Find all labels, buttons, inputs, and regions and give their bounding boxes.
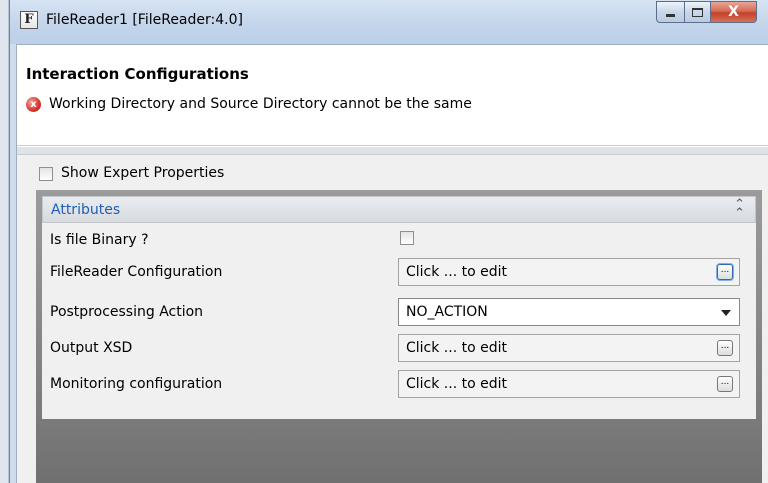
close-icon: X	[728, 4, 739, 20]
output-xsd-edit-button[interactable]: ...	[717, 340, 733, 356]
minimize-button[interactable]	[656, 1, 684, 23]
is-file-binary-checkbox[interactable]	[400, 231, 414, 245]
window-title: FileReader1 [FileReader:4.0]	[46, 12, 243, 28]
monitoring-configuration-edit-button[interactable]: ...	[717, 376, 733, 392]
dialog-content: Interaction Configurations x Working Dir…	[16, 44, 768, 483]
output-xsd-label: Output XSD	[50, 340, 133, 356]
collapse-icon[interactable]: ⌃ ⌃	[734, 198, 745, 220]
filereader-configuration-label: FileReader Configuration	[50, 264, 223, 280]
postprocessing-action-label: Postprocessing Action	[50, 304, 204, 320]
is-file-binary-label: Is file Binary ?	[50, 232, 149, 248]
attributes-section-title: Attributes	[51, 202, 121, 218]
dropdown-caret-icon[interactable]	[721, 310, 731, 316]
postprocessing-action-value: NO_ACTION	[406, 304, 488, 320]
maximize-button[interactable]	[684, 1, 711, 23]
minimize-icon	[666, 13, 675, 17]
dialog-header: Interaction Configurations x Working Dir…	[17, 45, 768, 146]
filereader-configuration-edit-button[interactable]: ...	[717, 264, 733, 280]
postprocessing-action-select[interactable]: NO_ACTION	[398, 298, 740, 326]
filereader-app-icon: F	[20, 11, 38, 29]
error-message: Working Directory and Source Directory c…	[49, 96, 472, 112]
separator-strip	[17, 147, 768, 155]
attributes-panel: Attributes ⌃ ⌃ Is file Binary ? FileReade…	[36, 190, 762, 483]
filereader-configuration-field[interactable]: Click ... to edit ...	[398, 258, 740, 286]
show-expert-properties-checkbox[interactable]	[39, 167, 53, 181]
attributes-body: Is file Binary ? FileReader Configuratio…	[42, 223, 756, 419]
output-xsd-value: Click ... to edit	[406, 340, 507, 356]
maximize-icon	[692, 7, 703, 17]
monitoring-configuration-value: Click ... to edit	[406, 376, 507, 392]
output-xsd-field[interactable]: Click ... to edit ...	[398, 334, 740, 362]
monitoring-configuration-field[interactable]: Click ... to edit ...	[398, 370, 740, 398]
background-window-edge	[0, 0, 9, 483]
show-expert-properties-label[interactable]: Show Expert Properties	[61, 165, 224, 181]
title-bar[interactable]: F FileReader1 [FileReader:4.0] X	[10, 0, 768, 44]
page-title: Interaction Configurations	[26, 65, 249, 83]
attributes-section-header[interactable]: Attributes ⌃ ⌃	[42, 196, 756, 223]
monitoring-configuration-label: Monitoring configuration	[50, 376, 223, 392]
window-controls: X	[656, 1, 757, 23]
properties-area: Show Expert Properties Attributes ⌃ ⌃ Is …	[17, 147, 768, 483]
dialog-window: F FileReader1 [FileReader:4.0] X Interac…	[9, 0, 768, 483]
filereader-configuration-value: Click ... to edit	[406, 264, 507, 280]
error-icon: x	[26, 97, 41, 112]
close-button[interactable]: X	[711, 1, 757, 23]
